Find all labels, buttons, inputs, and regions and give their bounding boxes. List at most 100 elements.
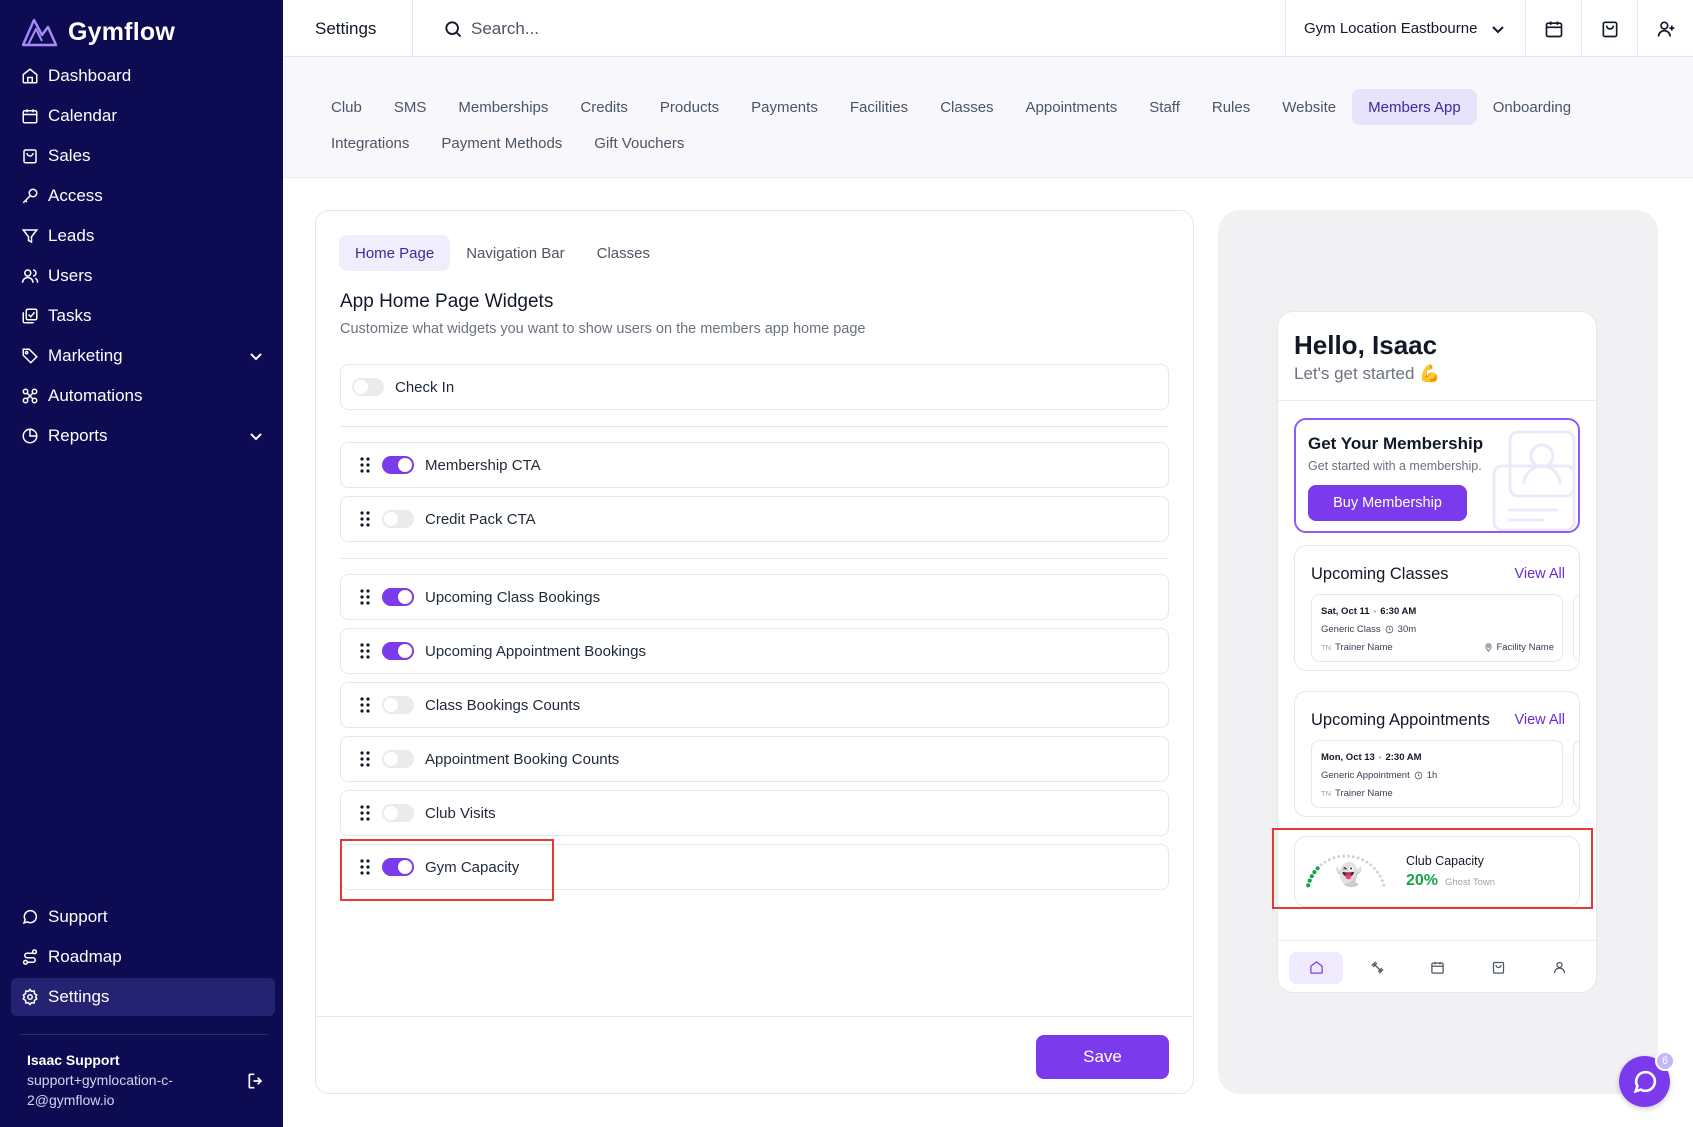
class-booking-card[interactable]: Sat, Oct 11 • 6:30 AM Generic Class 30m … [1311,594,1563,662]
sidebar-item-label: Support [48,907,108,926]
tab-members-app[interactable]: Members App [1352,89,1477,125]
add-user-button[interactable] [1637,0,1693,57]
phone-nav-shop[interactable] [1472,952,1526,984]
page-title: Settings [283,0,413,57]
phone-nav-profile[interactable] [1533,952,1587,984]
tab-memberships[interactable]: Memberships [442,89,564,125]
shopping-bag-icon [1602,21,1617,37]
key-icon [20,187,39,206]
sidebar-item-sales[interactable]: Sales [11,137,275,175]
booking-name: Generic Appointment [1321,770,1410,781]
tab-payments[interactable]: Payments [735,89,834,125]
phone-nav-calendar[interactable] [1411,952,1465,984]
sidebar-item-reports[interactable]: Reports [11,417,275,455]
widget-row: Appointment Booking Counts [340,736,1169,782]
upcoming-classes-card: Upcoming Classes View All Sat, Oct 11 • … [1294,545,1580,671]
notification-badge: 6 [1655,1051,1675,1071]
drag-handle-icon[interactable] [358,510,372,528]
sidebar-item-tasks[interactable]: Tasks [11,297,275,335]
toggle-switch[interactable] [382,588,414,606]
calendar-button[interactable] [1525,0,1581,57]
drag-handle-icon[interactable] [358,588,372,606]
tab-payment-methods[interactable]: Payment Methods [425,125,578,161]
tab-onboarding[interactable]: Onboarding [1477,89,1587,125]
sidebar-item-roadmap[interactable]: Roadmap [11,938,275,976]
tab-staff[interactable]: Staff [1133,89,1196,125]
drag-handle-icon[interactable] [358,696,372,714]
dot-separator: • [1373,607,1377,616]
subtab-home-page[interactable]: Home Page [339,235,451,271]
buy-membership-button[interactable]: Buy Membership [1308,485,1467,521]
sidebar-item-label: Roadmap [48,947,122,966]
chevron-down-icon[interactable] [249,429,263,443]
clock-icon [1385,625,1394,634]
sidebar-item-leads[interactable]: Leads [11,217,275,255]
greeting: Hello, Isaac [1294,330,1438,360]
home-icon [1310,961,1323,974]
tab-gift-vouchers[interactable]: Gift Vouchers [578,125,700,161]
next-booking-card [1573,740,1579,808]
toggle-switch[interactable] [382,456,414,474]
widget-row: Membership CTA [340,442,1169,488]
sidebar-item-automations[interactable]: Automations [11,377,275,415]
view-all-appointments-link[interactable]: View All [1514,712,1565,728]
tab-rules[interactable]: Rules [1196,89,1266,125]
toggle-switch[interactable] [382,642,414,660]
clock-icon [1414,771,1423,780]
sidebar-item-label: Reports [48,426,108,445]
widgets-settings-card: Home Page Navigation Bar Classes App Hom… [315,210,1194,1094]
tab-integrations[interactable]: Integrations [315,125,425,161]
sidebar-item-access[interactable]: Access [11,177,275,215]
card-footer-divider [316,1016,1193,1017]
tab-website[interactable]: Website [1266,89,1352,125]
toggle-switch[interactable] [382,804,414,822]
toggle-switch[interactable] [382,750,414,768]
drag-handle-icon[interactable] [358,750,372,768]
save-button[interactable]: Save [1036,1035,1169,1079]
logout-icon[interactable] [246,1071,266,1091]
chevron-down-icon [1492,25,1505,33]
location-selector[interactable]: Gym Location Eastbourne [1285,0,1525,57]
toggle-switch[interactable] [382,696,414,714]
toggle-switch[interactable] [352,378,384,396]
sidebar-item-support[interactable]: Support [11,898,275,936]
highlight-box [1272,828,1593,909]
shop-button[interactable] [1581,0,1637,57]
subtab-navigation-bar[interactable]: Navigation Bar [450,235,580,271]
calendar-icon [1545,21,1562,37]
tab-sms[interactable]: SMS [378,89,443,125]
booking-facility: Facility Name [1484,642,1554,653]
sidebar-item-marketing[interactable]: Marketing [11,337,275,375]
brand[interactable]: Gymflow [20,12,175,52]
tab-club[interactable]: Club [315,89,378,125]
topbar: Settings Gym Location Eastbourne [283,0,1693,57]
drag-handle-icon[interactable] [358,642,372,660]
sidebar-item-settings[interactable]: Settings [11,978,275,1016]
sidebar-nav: Dashboard Calendar Sales Access Leads Us… [11,57,275,457]
sidebar-item-users[interactable]: Users [11,257,275,295]
user-email: support+gymlocation-c-2@gymflow.io [27,1072,173,1108]
sidebar-item-dashboard[interactable]: Dashboard [11,57,275,95]
tab-appointments[interactable]: Appointments [1010,89,1134,125]
tab-classes[interactable]: Classes [924,89,1009,125]
tab-facilities[interactable]: Facilities [834,89,924,125]
drag-handle-icon[interactable] [358,804,372,822]
chevron-down-icon[interactable] [249,349,263,363]
tab-products[interactable]: Products [644,89,735,125]
chat-icon [1633,1070,1656,1093]
drag-handle-icon[interactable] [358,456,372,474]
view-all-classes-link[interactable]: View All [1514,566,1565,582]
phone-nav-workouts[interactable] [1350,952,1404,984]
app-preview-panel: Hello, Isaac Let's get started 💪 Get You… [1218,210,1658,1094]
tab-credits[interactable]: Credits [564,89,644,125]
membership-card-icon [1492,430,1576,531]
location-pin-icon [1485,643,1493,652]
sidebar-item-label: Users [48,266,93,285]
filter-icon [20,227,39,246]
sidebar-item-calendar[interactable]: Calendar [11,97,275,135]
search-input[interactable] [471,19,771,39]
toggle-switch[interactable] [382,510,414,528]
appointment-booking-card[interactable]: Mon, Oct 13 • 2:30 AM Generic Appointmen… [1311,740,1563,808]
subtab-classes[interactable]: Classes [581,235,666,271]
phone-nav-home[interactable] [1289,951,1344,984]
